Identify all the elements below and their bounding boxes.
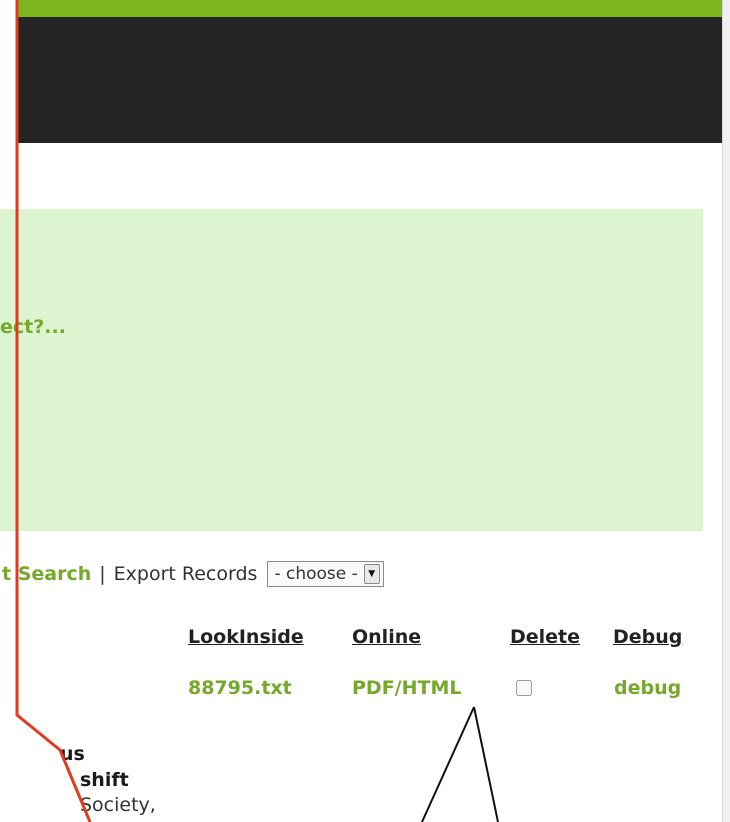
lookinside-link[interactable]: 88795.txt — [188, 677, 292, 699]
record-source-fragment: Society, — [80, 794, 156, 816]
export-select-value: - choose - — [274, 564, 358, 584]
record-title-fragment-1: us — [60, 743, 85, 765]
column-header-debug[interactable]: Debug — [613, 626, 682, 648]
top-accent-bar — [16, 0, 722, 17]
export-records-select[interactable]: - choose - ▼ — [267, 561, 384, 587]
record-title-fragment-2: shift — [80, 769, 129, 791]
online-link[interactable]: PDF/HTML — [352, 677, 462, 699]
debug-link[interactable]: debug — [614, 677, 681, 699]
export-records-label: Export Records — [113, 563, 258, 585]
callout-line-left — [421, 706, 475, 822]
window-right-edge — [722, 0, 730, 822]
notice-link[interactable]: ect?... — [0, 316, 66, 338]
delete-checkbox[interactable] — [516, 680, 532, 696]
toolbar-separator: | — [99, 563, 106, 585]
results-toolbar: t Search | Export Records - choose - ▼ — [0, 558, 384, 590]
search-link[interactable]: t Search — [2, 563, 91, 585]
dropdown-arrow-icon[interactable]: ▼ — [363, 564, 380, 584]
column-header-online[interactable]: Online — [352, 626, 421, 648]
column-header-delete[interactable]: Delete — [510, 626, 580, 648]
notice-panel — [0, 209, 703, 531]
column-header-lookinside[interactable]: LookInside — [188, 626, 304, 648]
site-header — [16, 17, 722, 143]
callout-line-right — [473, 706, 499, 822]
